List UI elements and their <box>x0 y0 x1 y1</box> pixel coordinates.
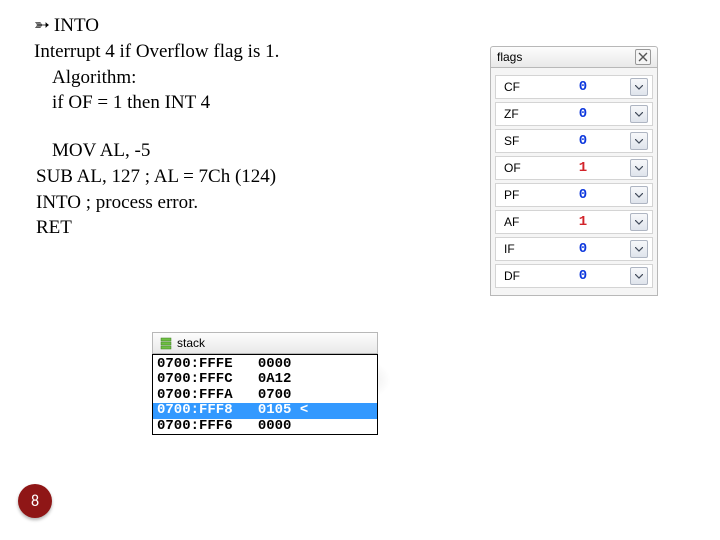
stack-row[interactable]: 0700:FFFE 0000 <box>153 357 377 372</box>
chevron-down-icon[interactable] <box>630 267 648 285</box>
flag-value: 0 <box>572 106 594 122</box>
flags-panel: flags CF0ZF0SF0OF1PF0AF1IF0DF0 <box>490 46 658 296</box>
flag-name: ZF <box>496 107 572 121</box>
stack-body: 0700:FFFE 00000700:FFFC 0A120700:FFFA 07… <box>152 354 378 435</box>
chevron-down-icon[interactable] <box>630 213 648 231</box>
flags-titlebar[interactable]: flags <box>490 46 658 68</box>
flag-value: 0 <box>572 268 594 284</box>
page-number-badge: 8 <box>18 484 52 518</box>
chevron-down-icon[interactable] <box>630 132 648 150</box>
stack-row[interactable]: 0700:FFF6 0000 <box>153 419 377 434</box>
chevron-down-icon[interactable] <box>630 105 648 123</box>
flag-name: DF <box>496 269 572 283</box>
stack-row[interactable]: 0700:FFFC 0A12 <box>153 372 377 387</box>
flag-name: PF <box>496 188 572 202</box>
flags-title-text: flags <box>497 47 522 67</box>
flag-value: 0 <box>572 187 594 203</box>
flag-value: 1 <box>572 160 594 176</box>
flag-name: AF <box>496 215 572 229</box>
flag-row-sf[interactable]: SF0 <box>495 129 653 153</box>
flag-value: 1 <box>572 214 594 230</box>
flag-name: CF <box>496 80 572 94</box>
stack-icon <box>159 336 173 350</box>
flag-row-cf[interactable]: CF0 <box>495 75 653 99</box>
chevron-down-icon[interactable] <box>630 186 648 204</box>
flag-row-pf[interactable]: PF0 <box>495 183 653 207</box>
stack-panel: stack 0700:FFFE 00000700:FFFC 0A120700:F… <box>152 332 378 435</box>
bullet-into: ➳INTO <box>34 14 720 38</box>
flag-value: 0 <box>572 79 594 95</box>
stack-row[interactable]: 0700:FFF8 0105 < <box>153 403 377 418</box>
stack-titlebar[interactable]: stack <box>152 332 378 354</box>
flag-row-df[interactable]: DF0 <box>495 264 653 288</box>
flag-name: IF <box>496 242 572 256</box>
chevron-down-icon[interactable] <box>630 240 648 258</box>
flag-name: OF <box>496 161 572 175</box>
flag-value: 0 <box>572 133 594 149</box>
flags-body: CF0ZF0SF0OF1PF0AF1IF0DF0 <box>490 68 658 296</box>
flag-value: 0 <box>572 241 594 257</box>
page-number: 8 <box>31 492 39 511</box>
chevron-down-icon[interactable] <box>630 159 648 177</box>
flag-row-af[interactable]: AF1 <box>495 210 653 234</box>
flag-name: SF <box>496 134 572 148</box>
chevron-down-icon[interactable] <box>630 78 648 96</box>
flag-row-if[interactable]: IF0 <box>495 237 653 261</box>
bullet-label: INTO <box>54 15 99 36</box>
bullet-glyph: ➳ <box>34 14 50 38</box>
flag-row-zf[interactable]: ZF0 <box>495 102 653 126</box>
close-icon[interactable] <box>635 49 651 65</box>
stack-title-text: stack <box>177 333 205 353</box>
flag-row-of[interactable]: OF1 <box>495 156 653 180</box>
stack-row[interactable]: 0700:FFFA 0700 <box>153 388 377 403</box>
